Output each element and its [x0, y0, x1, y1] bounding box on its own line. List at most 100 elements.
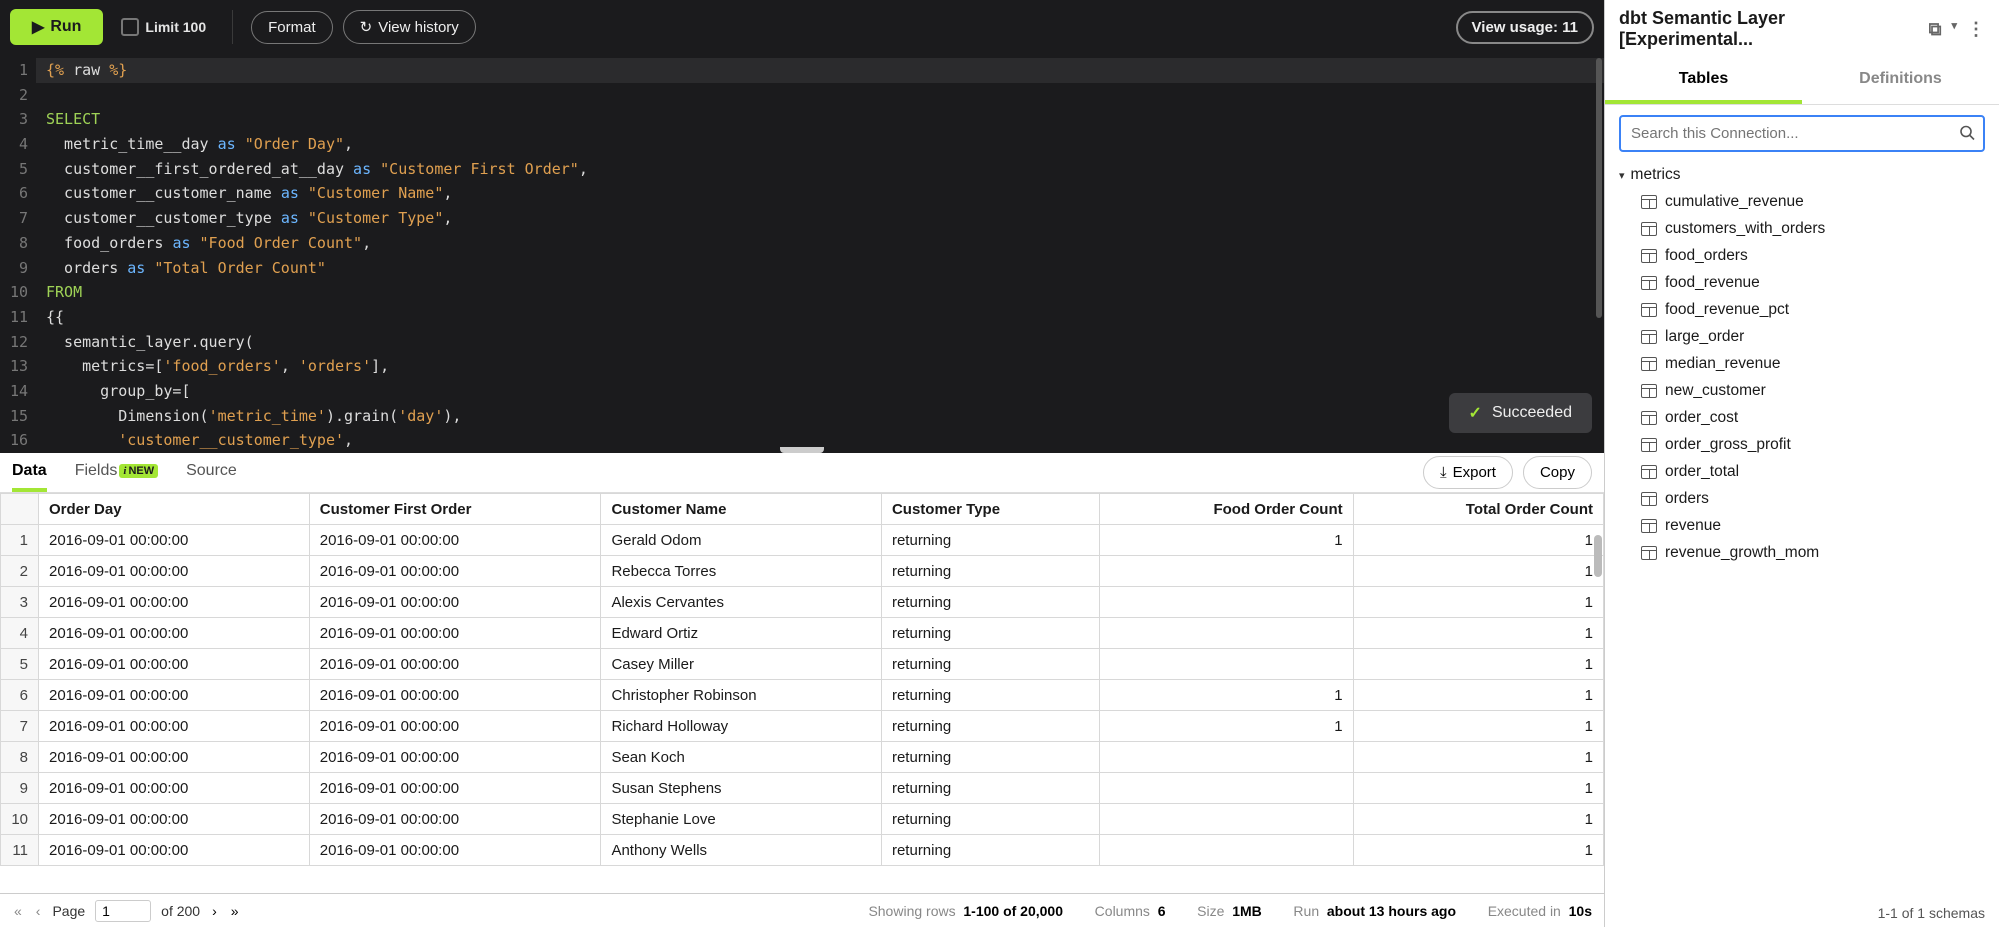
- table-cell: Anthony Wells: [601, 835, 882, 866]
- more-icon[interactable]: ⋮: [1967, 19, 1985, 40]
- table-scrollbar[interactable]: [1594, 535, 1602, 577]
- tree-item[interactable]: food_orders: [1619, 242, 1985, 269]
- table-cell: 2016-09-01 00:00:00: [309, 556, 601, 587]
- column-header[interactable]: Order Day: [39, 494, 310, 525]
- table-cell: Gerald Odom: [601, 525, 882, 556]
- table-cell: 1: [1353, 711, 1603, 742]
- page-next-button[interactable]: ›: [210, 903, 219, 919]
- table-row[interactable]: 72016-09-01 00:00:002016-09-01 00:00:00R…: [1, 711, 1604, 742]
- table-cell: returning: [881, 525, 1099, 556]
- page-last-button[interactable]: »: [229, 903, 241, 919]
- tree-item[interactable]: median_revenue: [1619, 350, 1985, 377]
- table-icon: [1641, 357, 1657, 371]
- table-row[interactable]: 102016-09-01 00:00:002016-09-01 00:00:00…: [1, 804, 1604, 835]
- table-row[interactable]: 42016-09-01 00:00:002016-09-01 00:00:00E…: [1, 618, 1604, 649]
- sidebar-tab-tables[interactable]: Tables: [1605, 58, 1802, 104]
- tab-fields[interactable]: Fields iNEW: [75, 453, 158, 492]
- table-cell: 2016-09-01 00:00:00: [309, 525, 601, 556]
- view-history-button[interactable]: ↻ View history: [343, 10, 476, 44]
- table-cell: 1: [1353, 804, 1603, 835]
- column-header[interactable]: Customer Type: [881, 494, 1099, 525]
- results-bar: Data Fields iNEW Source ⤓ Export Copy: [0, 453, 1604, 493]
- tree-item[interactable]: orders: [1619, 485, 1985, 512]
- table-cell: 2016-09-01 00:00:00: [39, 680, 310, 711]
- table-row[interactable]: 22016-09-01 00:00:002016-09-01 00:00:00R…: [1, 556, 1604, 587]
- column-header[interactable]: Customer First Order: [309, 494, 601, 525]
- page-input[interactable]: [95, 900, 151, 922]
- run-button[interactable]: ▶ Run: [10, 9, 103, 45]
- copy-icon[interactable]: ⧉: [1929, 19, 1942, 40]
- tree-group-metrics[interactable]: ▾ metrics: [1619, 162, 1985, 188]
- rownum-cell: 9: [1, 773, 39, 804]
- table-cell: returning: [881, 649, 1099, 680]
- table-cell: returning: [881, 618, 1099, 649]
- table-row[interactable]: 62016-09-01 00:00:002016-09-01 00:00:00C…: [1, 680, 1604, 711]
- table-cell: [1099, 773, 1353, 804]
- table-cell: Stephanie Love: [601, 804, 882, 835]
- tree-item[interactable]: large_order: [1619, 323, 1985, 350]
- column-header[interactable]: Customer Name: [601, 494, 882, 525]
- view-usage-button[interactable]: View usage: 11: [1456, 11, 1594, 44]
- search-input[interactable]: [1619, 115, 1985, 152]
- table-icon: [1641, 276, 1657, 290]
- table-cell: 1: [1353, 680, 1603, 711]
- chevron-down-icon[interactable]: ▾: [1951, 19, 1957, 40]
- table-icon: [1641, 411, 1657, 425]
- drag-handle[interactable]: [780, 447, 824, 453]
- table-cell: returning: [881, 773, 1099, 804]
- code-editor[interactable]: 12345678910111213141516 {% raw %}SELECT …: [0, 54, 1604, 453]
- table-cell: returning: [881, 742, 1099, 773]
- table-row[interactable]: 112016-09-01 00:00:002016-09-01 00:00:00…: [1, 835, 1604, 866]
- column-header[interactable]: Total Order Count: [1353, 494, 1603, 525]
- tree-item[interactable]: cumulative_revenue: [1619, 188, 1985, 215]
- tree-item-label: order_total: [1665, 463, 1739, 481]
- tree-item-label: cumulative_revenue: [1665, 193, 1804, 211]
- tree-item[interactable]: food_revenue: [1619, 269, 1985, 296]
- tree-item[interactable]: order_total: [1619, 458, 1985, 485]
- pagination: « ‹ Page of 200 › » Showing rows 1-100 o…: [0, 893, 1604, 927]
- status-text: Succeeded: [1492, 404, 1572, 422]
- tree-item[interactable]: revenue: [1619, 512, 1985, 539]
- column-header[interactable]: Food Order Count: [1099, 494, 1353, 525]
- showing-value: 1-100 of 20,000: [963, 903, 1063, 919]
- tab-source[interactable]: Source: [186, 453, 237, 492]
- sidebar: dbt Semantic Layer [Experimental... ⧉ ▾ …: [1604, 0, 1999, 927]
- tree-item[interactable]: order_gross_profit: [1619, 431, 1985, 458]
- table-row[interactable]: 92016-09-01 00:00:002016-09-01 00:00:00S…: [1, 773, 1604, 804]
- tree-item[interactable]: revenue_growth_mom: [1619, 539, 1985, 566]
- page-first-button[interactable]: «: [12, 903, 24, 919]
- tree-item[interactable]: food_revenue_pct: [1619, 296, 1985, 323]
- download-icon: ⤓: [1440, 464, 1447, 481]
- limit-checkbox[interactable]: Limit 100: [113, 18, 214, 36]
- rownum-cell: 1: [1, 525, 39, 556]
- table-cell: [1099, 804, 1353, 835]
- group-label: metrics: [1631, 166, 1681, 184]
- table-icon: [1641, 438, 1657, 452]
- connection-title: dbt Semantic Layer [Experimental...: [1619, 8, 1923, 50]
- table-cell: 1: [1353, 618, 1603, 649]
- rownum-cell: 10: [1, 804, 39, 835]
- tree-item[interactable]: customers_with_orders: [1619, 215, 1985, 242]
- table-cell: 2016-09-01 00:00:00: [39, 773, 310, 804]
- table-icon: [1641, 492, 1657, 506]
- tab-data[interactable]: Data: [12, 453, 47, 492]
- table-icon: [1641, 195, 1657, 209]
- table-row[interactable]: 12016-09-01 00:00:002016-09-01 00:00:00G…: [1, 525, 1604, 556]
- sidebar-tab-definitions[interactable]: Definitions: [1802, 58, 1999, 104]
- page-prev-button[interactable]: ‹: [34, 903, 43, 919]
- table-row[interactable]: 52016-09-01 00:00:002016-09-01 00:00:00C…: [1, 649, 1604, 680]
- table-cell: 2016-09-01 00:00:00: [39, 835, 310, 866]
- format-button[interactable]: Format: [251, 11, 333, 44]
- table-row[interactable]: 32016-09-01 00:00:002016-09-01 00:00:00A…: [1, 587, 1604, 618]
- copy-button[interactable]: Copy: [1523, 456, 1592, 489]
- search-icon: [1959, 124, 1975, 143]
- checkbox-icon: [121, 18, 139, 36]
- tree-item[interactable]: new_customer: [1619, 377, 1985, 404]
- rownum-cell: 6: [1, 680, 39, 711]
- editor-scrollbar[interactable]: [1596, 58, 1602, 318]
- tree-item[interactable]: order_cost: [1619, 404, 1985, 431]
- table-cell: 1: [1353, 587, 1603, 618]
- table-cell: Susan Stephens: [601, 773, 882, 804]
- export-button[interactable]: ⤓ Export: [1423, 456, 1513, 489]
- table-row[interactable]: 82016-09-01 00:00:002016-09-01 00:00:00S…: [1, 742, 1604, 773]
